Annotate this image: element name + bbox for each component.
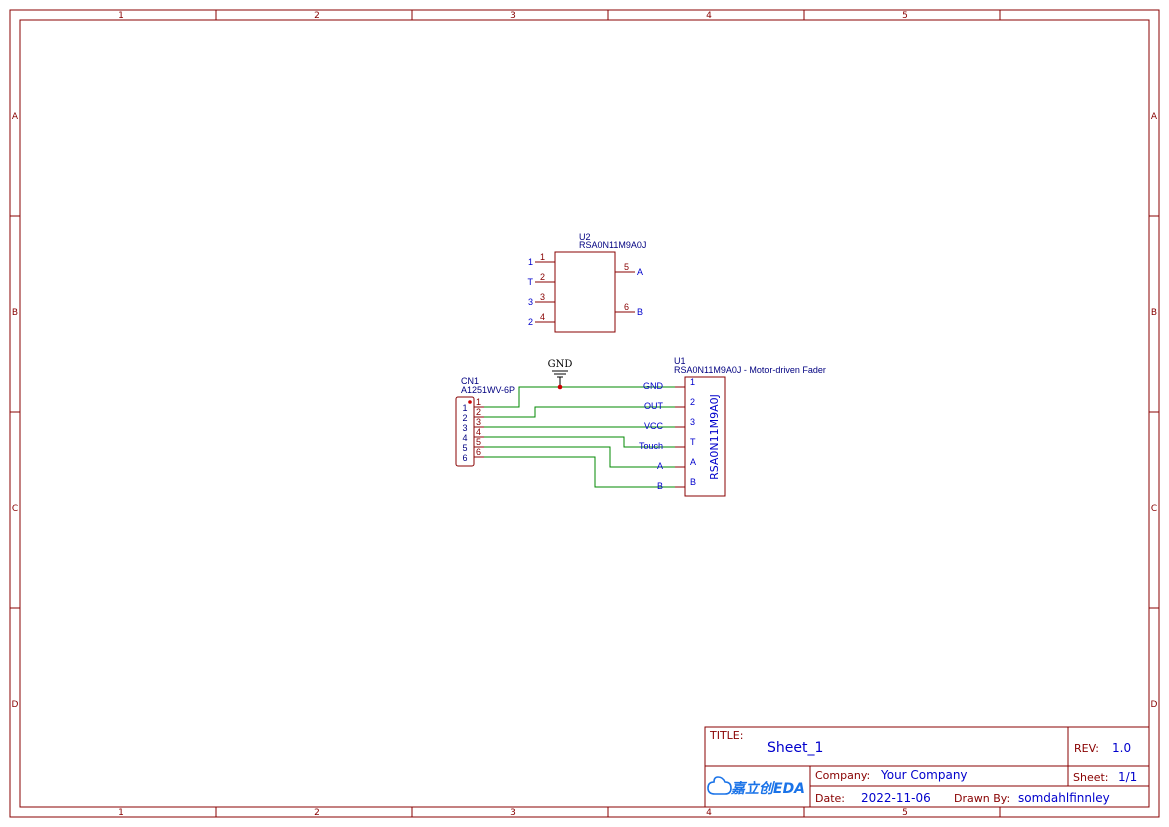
sheet-label: Sheet: <box>1073 771 1109 784</box>
row-label-right: D <box>1151 700 1158 710</box>
cloud-icon <box>707 776 732 795</box>
component-u1[interactable]: U1 RSA0N11M9A0J - Motor-driven Fader RSA… <box>639 356 826 497</box>
u2-value: RSA0N11M9A0J <box>579 240 646 250</box>
easyeda-logo: 嘉立创EDA <box>707 776 805 797</box>
column-label-bottom: 1 <box>118 808 124 818</box>
cn1-pin-label: 2 <box>462 413 467 423</box>
schematic-sheet: 1 2 3 4 5 1 2 3 4 5 A B C D A B C D U2 R… <box>9 9 1160 818</box>
net-label-b: B <box>657 481 663 491</box>
column-label-top: 1 <box>118 11 124 21</box>
u2-pin-number: 5 <box>624 262 629 272</box>
date-label: Date: <box>815 792 845 805</box>
net-label-a: A <box>657 461 663 471</box>
net-label-out: OUT <box>644 401 664 411</box>
date-value: 2022-11-06 <box>861 791 931 805</box>
u2-net-label: 2 <box>528 317 533 327</box>
gnd-label: GND <box>548 359 573 370</box>
column-ticks <box>215 10 1001 817</box>
title-label: TITLE: <box>709 729 743 742</box>
cn1-pin-label: 5 <box>462 443 467 453</box>
drawn-by-value: somdahlfinnley <box>1018 791 1110 805</box>
u2-pin-number: 4 <box>540 312 545 322</box>
sheet-value: 1/1 <box>1118 770 1137 784</box>
u1-pin-label: A <box>690 457 696 467</box>
cn1-pin-number: 1 <box>476 397 481 407</box>
cn1-pin-label: 1 <box>462 403 467 413</box>
gnd-symbol[interactable]: GND <box>548 359 573 387</box>
column-label-top: 2 <box>314 11 320 21</box>
cn1-pin-label: 6 <box>462 453 467 463</box>
net-label-vcc: VCC <box>644 421 664 431</box>
row-label-left: B <box>12 308 18 318</box>
row-label-left: D <box>12 700 19 710</box>
cn1-pin-number: 2 <box>476 407 481 417</box>
u2-net-label: 1 <box>528 257 533 267</box>
cn1-pin1-marker <box>468 400 472 404</box>
row-label-right: C <box>1151 504 1157 514</box>
net-label-gnd: GND <box>643 381 664 391</box>
column-label-top: 3 <box>510 11 516 21</box>
cn1-pin-number: 3 <box>476 417 481 427</box>
column-label-bottom: 4 <box>706 808 712 818</box>
u2-pin-number: 2 <box>540 272 545 282</box>
u2-body <box>554 251 616 333</box>
drawn-by-label: Drawn By: <box>954 792 1010 805</box>
rev-value: 1.0 <box>1112 741 1131 755</box>
u1-pin-label: T <box>690 437 696 447</box>
u1-value: RSA0N11M9A0J - Motor-driven Fader <box>674 365 826 375</box>
u1-pin-label: B <box>690 477 696 487</box>
u2-pin-number: 3 <box>540 292 545 302</box>
cn1-value: A1251WV-6P <box>461 385 515 395</box>
title-block: TITLE: Sheet_1 REV: 1.0 Company: Your Co… <box>704 726 1150 808</box>
u2-net-label: T <box>528 277 534 287</box>
column-label-top: 5 <box>902 11 908 21</box>
u1-pin-label: 3 <box>690 417 695 427</box>
logo-text: 嘉立创EDA <box>730 780 805 797</box>
u2-net-label: 3 <box>528 297 533 307</box>
cn1-pin-number: 4 <box>476 427 481 437</box>
net-label-touch: Touch <box>639 441 663 451</box>
company-label: Company: <box>815 769 870 782</box>
company-value: Your Company <box>880 768 968 782</box>
u1-pin-label: 2 <box>690 397 695 407</box>
row-label-left: A <box>12 112 19 122</box>
cn1-pin-number: 6 <box>476 447 481 457</box>
component-cn1[interactable]: CN1 A1251WV-6P 1 2 3 4 5 6 1 2 3 4 5 6 <box>455 376 515 467</box>
column-label-bottom: 2 <box>314 808 320 818</box>
cn1-pin-label: 3 <box>462 423 467 433</box>
cn1-pin-label: 4 <box>462 433 467 443</box>
inner-border <box>19 19 1150 808</box>
u2-pin-number: 1 <box>540 252 545 262</box>
row-label-right: B <box>1151 308 1157 318</box>
title-value: Sheet_1 <box>767 740 823 756</box>
u1-body-label: RSA0N11M9A0J <box>708 394 721 480</box>
u2-net-label: B <box>637 307 643 317</box>
outer-border <box>9 9 1160 818</box>
gnd-junction <box>557 384 563 390</box>
component-u2[interactable]: U2 RSA0N11M9A0J 1 2 3 4 1 T 3 2 5 6 A B <box>528 232 647 333</box>
u2-net-label: A <box>637 267 643 277</box>
row-label-right: A <box>1151 112 1158 122</box>
column-label-bottom: 5 <box>902 808 908 818</box>
u2-pin-number: 6 <box>624 302 629 312</box>
column-label-bottom: 3 <box>510 808 516 818</box>
row-label-left: C <box>12 504 18 514</box>
cn1-pin-number: 5 <box>476 437 481 447</box>
u1-pin-label: 1 <box>690 377 695 387</box>
rev-label: REV: <box>1074 742 1099 755</box>
column-label-top: 4 <box>706 11 712 21</box>
